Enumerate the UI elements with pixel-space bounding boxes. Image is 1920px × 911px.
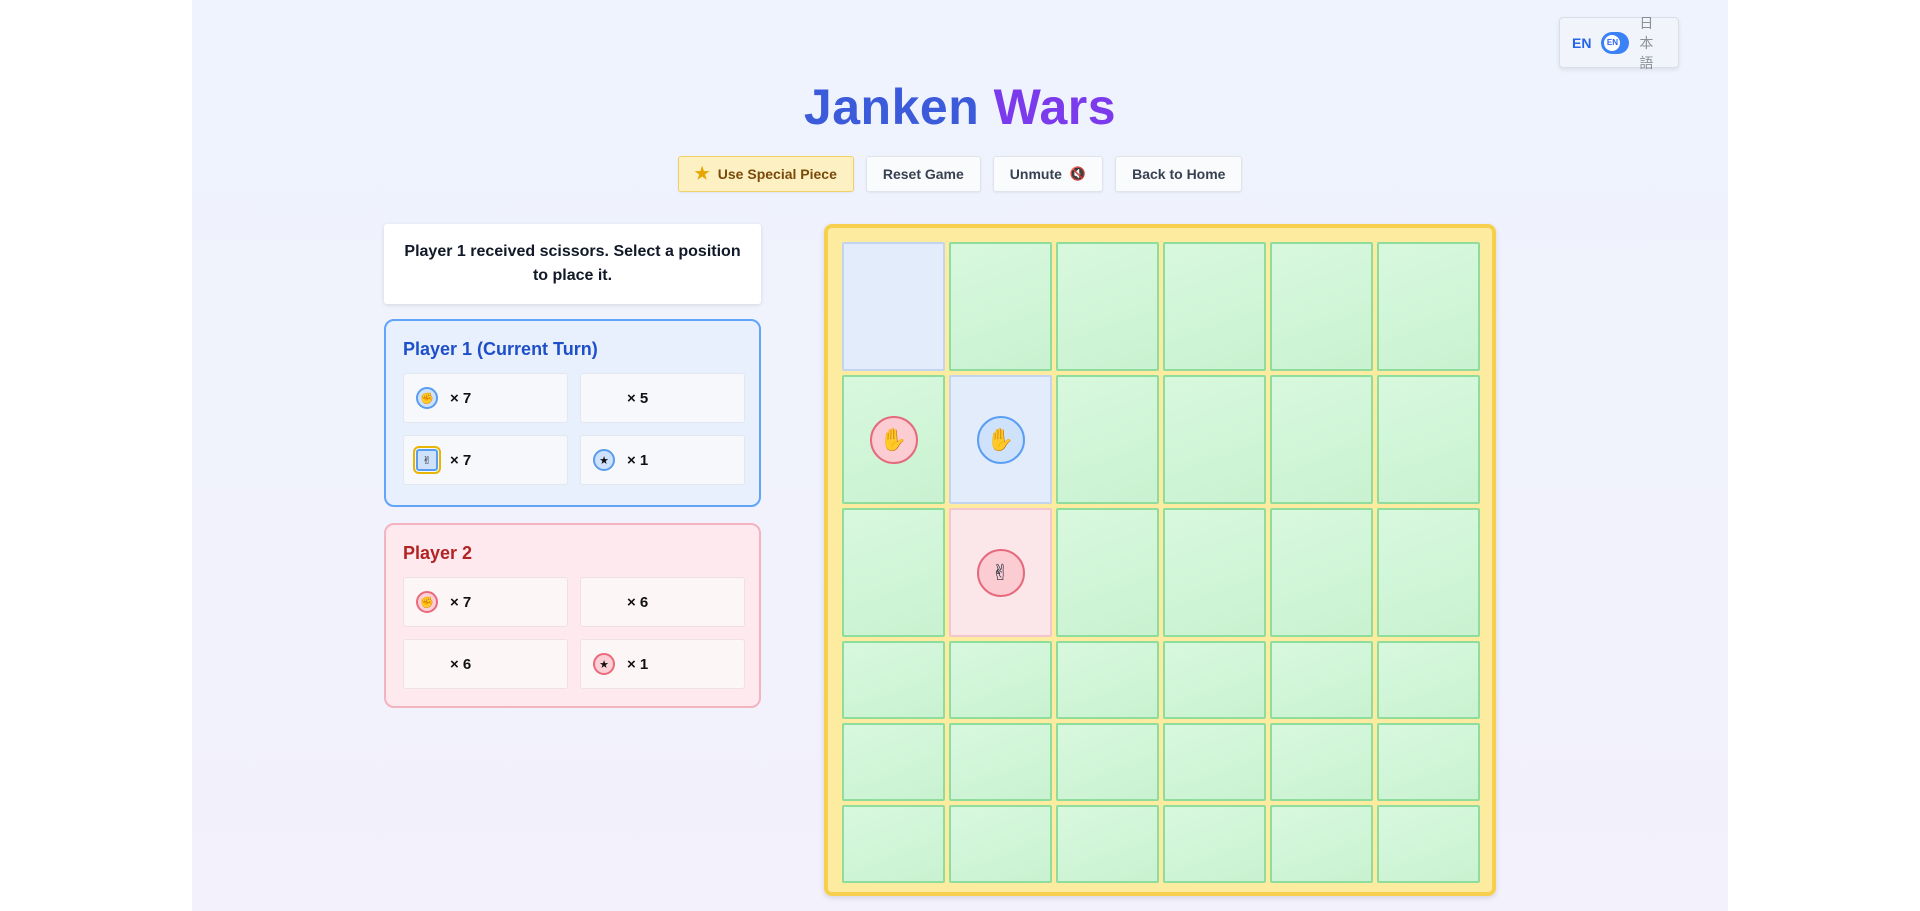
player-1-title: Player 1 (Current Turn) xyxy=(403,339,598,359)
board-cell[interactable] xyxy=(1056,375,1159,504)
board-cell[interactable]: ✋ xyxy=(949,375,1052,504)
board-cell[interactable] xyxy=(1163,641,1266,719)
board-cell[interactable] xyxy=(1163,375,1266,504)
board-cell[interactable] xyxy=(1377,375,1480,504)
toolbar: ★ Use Special Piece Reset Game Unmute 🔇 … xyxy=(192,156,1728,192)
board-cell[interactable] xyxy=(1270,805,1373,883)
player-1-piece-counts: ✊ × 7 × 5 ✌ × 7 ★ × 1 xyxy=(403,373,745,485)
board-cell[interactable] xyxy=(1163,805,1266,883)
board-cell[interactable] xyxy=(1056,242,1159,371)
board-cell[interactable] xyxy=(1163,723,1266,801)
board-cell[interactable] xyxy=(1163,242,1266,371)
use-special-piece-label: Use Special Piece xyxy=(717,166,837,182)
board-cell[interactable]: ✌ xyxy=(949,508,1052,637)
piece-count-tile[interactable]: ✊ × 7 xyxy=(403,577,568,627)
star-icon: ★ xyxy=(593,449,615,471)
board-cell[interactable] xyxy=(1056,723,1159,801)
piece-count-tile[interactable]: ★ × 1 xyxy=(580,435,745,485)
piece-count-tile[interactable]: × 6 xyxy=(580,577,745,627)
lang-ja-label[interactable]: 日本語 xyxy=(1639,13,1666,73)
rock-icon: ✊ xyxy=(416,387,438,409)
reset-game-label: Reset Game xyxy=(882,166,964,182)
title-part-2: Wars xyxy=(993,79,1117,135)
board-cell[interactable] xyxy=(1163,508,1266,637)
unmute-button[interactable]: Unmute 🔇 xyxy=(992,156,1104,192)
board-cell[interactable] xyxy=(949,242,1052,371)
piece-count-tile[interactable]: × 5 xyxy=(580,373,745,423)
scissors-icon: ✌ xyxy=(413,446,441,474)
piece-count-tile[interactable]: ★ × 1 xyxy=(580,639,745,689)
unmute-label: Unmute xyxy=(1009,166,1062,182)
board-cell[interactable] xyxy=(1056,641,1159,719)
board-cell[interactable] xyxy=(842,508,945,637)
game-board: ✋ ✋ ✌ xyxy=(824,224,1496,896)
player-2-piece-counts: ✊ × 7 × 6 × 6 ★ × 1 xyxy=(403,577,745,689)
piece-count-label: × 7 xyxy=(450,389,472,407)
board-cell[interactable] xyxy=(842,242,945,371)
empty-icon-slot xyxy=(593,387,615,409)
lang-en-label[interactable]: EN xyxy=(1572,35,1591,51)
app-page: EN EN 日本語 Janken Wars ★ Use Special Piec… xyxy=(192,0,1728,911)
player-1-paper-icon: ✋ xyxy=(976,415,1025,464)
player-1-panel: Player 1 (Current Turn) ✊ × 7 × 5 ✌ × 7 ★ × 1 xyxy=(384,319,761,507)
board-cell[interactable] xyxy=(842,723,945,801)
use-special-piece-button[interactable]: ★ Use Special Piece xyxy=(677,156,854,192)
reset-game-button[interactable]: Reset Game xyxy=(865,156,981,192)
board-cell[interactable] xyxy=(949,723,1052,801)
board-cell[interactable] xyxy=(1377,508,1480,637)
board-cell[interactable] xyxy=(1056,805,1159,883)
language-toggle[interactable]: EN EN 日本語 xyxy=(1559,15,1679,71)
rock-icon: ✊ xyxy=(416,591,438,613)
title-part-1: Janken xyxy=(803,79,980,135)
empty-icon-slot xyxy=(416,653,438,675)
lang-switch-knob: EN xyxy=(1604,34,1621,51)
page-title: Janken Wars xyxy=(192,78,1728,136)
board-cell[interactable] xyxy=(1377,723,1480,801)
board-cell[interactable] xyxy=(842,641,945,719)
board-cell[interactable] xyxy=(1270,375,1373,504)
piece-count-tile[interactable]: × 6 xyxy=(403,639,568,689)
piece-count-label: × 7 xyxy=(450,451,472,469)
empty-icon-slot xyxy=(593,591,615,613)
player-2-panel: Player 2 ✊ × 7 × 6 × 6 ★ × 1 xyxy=(384,523,761,708)
piece-count-label: × 6 xyxy=(450,655,472,673)
board-cell[interactable] xyxy=(1270,641,1373,719)
back-to-home-label: Back to Home xyxy=(1132,166,1226,182)
star-icon: ★ xyxy=(593,653,615,675)
board-cell[interactable] xyxy=(1377,641,1480,719)
piece-count-label: × 1 xyxy=(627,655,649,673)
board-cell[interactable] xyxy=(1270,723,1373,801)
board-cell[interactable] xyxy=(1270,242,1373,371)
status-message: Player 1 received scissors. Select a pos… xyxy=(384,224,761,304)
board-cell[interactable] xyxy=(1270,508,1373,637)
piece-count-tile[interactable]: ✊ × 7 xyxy=(403,373,568,423)
board-cell[interactable] xyxy=(842,805,945,883)
board-cell[interactable] xyxy=(1377,242,1480,371)
board-cell[interactable] xyxy=(949,641,1052,719)
board-cell[interactable] xyxy=(1056,508,1159,637)
piece-count-label: × 1 xyxy=(627,451,649,469)
player-2-title: Player 2 xyxy=(403,543,473,563)
board-cell[interactable]: ✋ xyxy=(842,375,945,504)
star-icon: ★ xyxy=(694,164,710,183)
board-cell[interactable] xyxy=(949,805,1052,883)
piece-count-tile[interactable]: ✌ × 7 xyxy=(403,435,568,485)
player-2-paper-icon: ✋ xyxy=(869,415,918,464)
board-cell[interactable] xyxy=(1377,805,1480,883)
player-2-scissors-icon: ✌ xyxy=(976,548,1025,597)
muted-speaker-icon: 🔇 xyxy=(1069,166,1087,181)
piece-count-label: × 7 xyxy=(450,593,472,611)
back-to-home-button[interactable]: Back to Home xyxy=(1115,156,1243,192)
piece-count-label: × 5 xyxy=(627,389,649,407)
piece-count-label: × 6 xyxy=(627,593,649,611)
lang-switch[interactable]: EN xyxy=(1601,31,1630,54)
